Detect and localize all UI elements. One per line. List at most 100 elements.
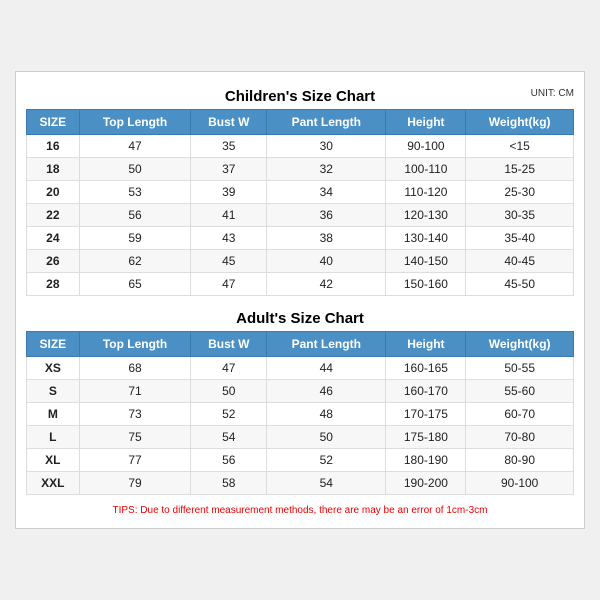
- adult-col-header-pant-length: Pant Length: [267, 332, 386, 357]
- adult-size-table: SIZE Top Length Bust W Pant Length Heigh…: [26, 331, 574, 495]
- children-section-title: Children's Size Chart UNIT: CM: [26, 82, 574, 109]
- table-cell: 26: [27, 250, 80, 273]
- table-cell: 15-25: [466, 158, 574, 181]
- table-cell: <15: [466, 135, 574, 158]
- table-cell: 30-35: [466, 204, 574, 227]
- table-cell: 50: [191, 380, 267, 403]
- table-cell: 73: [79, 403, 191, 426]
- table-row: M735248170-17560-70: [27, 403, 574, 426]
- table-cell: 52: [267, 449, 386, 472]
- table-cell: 55-60: [466, 380, 574, 403]
- table-cell: 47: [191, 273, 267, 296]
- table-cell: 40: [267, 250, 386, 273]
- table-row: XS684744160-16550-55: [27, 357, 574, 380]
- table-cell: 32: [267, 158, 386, 181]
- table-cell: 50: [79, 158, 191, 181]
- tips-text: TIPS: Due to different measurement metho…: [26, 503, 574, 518]
- table-cell: 20: [27, 181, 80, 204]
- col-header-top-length: Top Length: [79, 110, 191, 135]
- table-cell: 43: [191, 227, 267, 250]
- table-row: 24594338130-14035-40: [27, 227, 574, 250]
- table-row: 26624540140-15040-45: [27, 250, 574, 273]
- table-cell: 175-180: [386, 426, 466, 449]
- table-cell: 80-90: [466, 449, 574, 472]
- col-header-bust-w: Bust W: [191, 110, 267, 135]
- table-cell: 130-140: [386, 227, 466, 250]
- table-cell: 45-50: [466, 273, 574, 296]
- col-header-size: SIZE: [27, 110, 80, 135]
- children-table-body: 1647353090-100<1518503732100-11015-25205…: [27, 135, 574, 296]
- col-header-height: Height: [386, 110, 466, 135]
- table-cell: 68: [79, 357, 191, 380]
- adult-col-header-bust-w: Bust W: [191, 332, 267, 357]
- table-cell: 65: [79, 273, 191, 296]
- table-cell: 37: [191, 158, 267, 181]
- table-cell: 54: [191, 426, 267, 449]
- table-cell: 36: [267, 204, 386, 227]
- table-cell: 79: [79, 472, 191, 495]
- table-cell: 47: [79, 135, 191, 158]
- table-cell: 110-120: [386, 181, 466, 204]
- table-cell: 190-200: [386, 472, 466, 495]
- table-cell: 47: [191, 357, 267, 380]
- table-cell: 40-45: [466, 250, 574, 273]
- table-cell: L: [27, 426, 80, 449]
- table-cell: 90-100: [386, 135, 466, 158]
- adult-title-text: Adult's Size Chart: [236, 310, 364, 327]
- table-cell: 41: [191, 204, 267, 227]
- table-cell: 30: [267, 135, 386, 158]
- table-cell: 62: [79, 250, 191, 273]
- col-header-weight: Weight(kg): [466, 110, 574, 135]
- table-cell: 18: [27, 158, 80, 181]
- table-cell: 71: [79, 380, 191, 403]
- table-cell: 180-190: [386, 449, 466, 472]
- children-size-table: SIZE Top Length Bust W Pant Length Heigh…: [26, 109, 574, 296]
- adult-header-row: SIZE Top Length Bust W Pant Length Heigh…: [27, 332, 574, 357]
- table-cell: 28: [27, 273, 80, 296]
- adult-table-body: XS684744160-16550-55S715046160-17055-60M…: [27, 357, 574, 495]
- table-cell: 56: [79, 204, 191, 227]
- table-row: 18503732100-11015-25: [27, 158, 574, 181]
- chart-container: Children's Size Chart UNIT: CM SIZE Top …: [15, 71, 585, 529]
- table-cell: 39: [191, 181, 267, 204]
- table-cell: 52: [191, 403, 267, 426]
- col-header-pant-length: Pant Length: [267, 110, 386, 135]
- table-cell: 48: [267, 403, 386, 426]
- table-cell: 54: [267, 472, 386, 495]
- table-cell: XL: [27, 449, 80, 472]
- table-cell: 46: [267, 380, 386, 403]
- adult-section-title: Adult's Size Chart: [26, 304, 574, 331]
- table-cell: S: [27, 380, 80, 403]
- adult-col-header-top-length: Top Length: [79, 332, 191, 357]
- table-cell: 75: [79, 426, 191, 449]
- table-cell: 58: [191, 472, 267, 495]
- table-cell: 50: [267, 426, 386, 449]
- table-cell: 150-160: [386, 273, 466, 296]
- table-cell: M: [27, 403, 80, 426]
- table-row: 22564136120-13030-35: [27, 204, 574, 227]
- table-cell: 170-175: [386, 403, 466, 426]
- table-row: XL775652180-19080-90: [27, 449, 574, 472]
- adult-col-header-weight: Weight(kg): [466, 332, 574, 357]
- table-cell: 140-150: [386, 250, 466, 273]
- table-row: L755450175-18070-80: [27, 426, 574, 449]
- table-cell: 45: [191, 250, 267, 273]
- table-row: 28654742150-16045-50: [27, 273, 574, 296]
- table-cell: 25-30: [466, 181, 574, 204]
- unit-label: UNIT: CM: [531, 88, 574, 99]
- table-cell: 90-100: [466, 472, 574, 495]
- table-cell: 70-80: [466, 426, 574, 449]
- table-cell: 56: [191, 449, 267, 472]
- table-cell: 100-110: [386, 158, 466, 181]
- table-cell: 34: [267, 181, 386, 204]
- table-cell: 60-70: [466, 403, 574, 426]
- table-row: S715046160-17055-60: [27, 380, 574, 403]
- table-cell: 120-130: [386, 204, 466, 227]
- table-cell: XS: [27, 357, 80, 380]
- table-cell: 16: [27, 135, 80, 158]
- table-cell: 44: [267, 357, 386, 380]
- table-cell: 35: [191, 135, 267, 158]
- table-cell: 50-55: [466, 357, 574, 380]
- table-cell: 35-40: [466, 227, 574, 250]
- table-cell: 160-165: [386, 357, 466, 380]
